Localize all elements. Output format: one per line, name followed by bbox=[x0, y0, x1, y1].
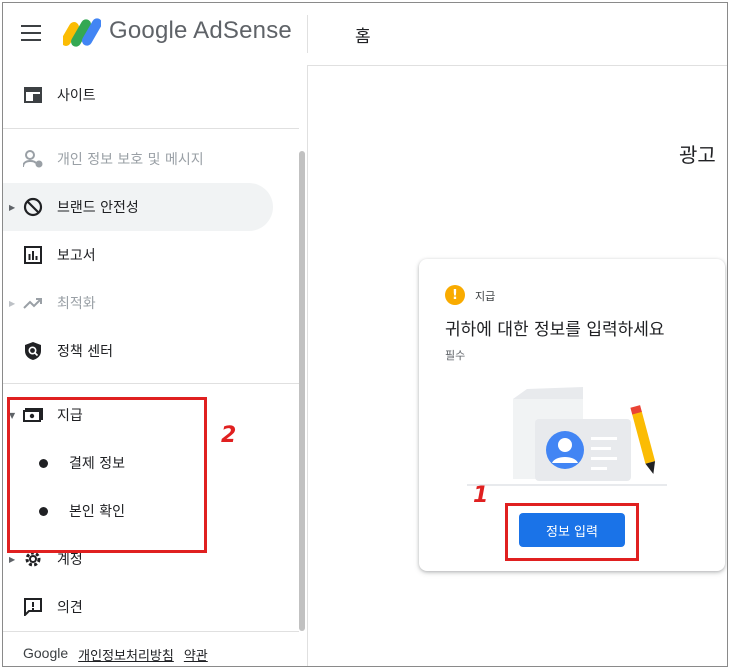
sidebar-item-feedback[interactable]: 의견 bbox=[3, 583, 273, 631]
sidebar-scrollbar[interactable] bbox=[299, 151, 305, 631]
block-icon bbox=[23, 197, 43, 217]
caret-right-icon: ▶ bbox=[9, 202, 16, 212]
caret-right-icon: ▶ bbox=[9, 554, 16, 564]
adsense-logo-icon bbox=[63, 18, 101, 47]
card-subtitle: 필수 bbox=[445, 349, 466, 362]
sidebar-item-sites[interactable]: 사이트 bbox=[3, 71, 273, 119]
sidebar-item-label: 브랜드 안전성 bbox=[57, 200, 139, 216]
site-icon bbox=[23, 85, 43, 105]
privacy-policy-link[interactable]: 개인정보처리방침 bbox=[78, 645, 174, 664]
sidebar-item-label: 보고서 bbox=[57, 248, 96, 264]
sidebar-divider bbox=[3, 383, 299, 384]
highlight-box-payments bbox=[7, 397, 207, 553]
sidebar-item-optimize[interactable]: ▶ 최적화 bbox=[3, 279, 273, 327]
sidebar-item-reports[interactable]: 보고서 bbox=[3, 231, 273, 279]
sidebar-item-privacy[interactable]: 개인 정보 보호 및 메시지 bbox=[3, 135, 273, 183]
sidebar-divider bbox=[3, 631, 299, 632]
header-divider bbox=[307, 15, 308, 53]
sidebar-item-brand-safety[interactable]: ▶ 브랜드 안전성 bbox=[3, 183, 273, 231]
main-heading: 광고 bbox=[679, 143, 716, 167]
sidebar-item-label: 사이트 bbox=[57, 88, 96, 104]
sidebar-item-label: 개인 정보 보호 및 메시지 bbox=[57, 152, 204, 168]
sidebar: 사이트 개인 정보 보호 및 메시지 ▶ 브랜드 안전성 보고서 ▶ 최적화 정… bbox=[3, 65, 308, 666]
sidebar-divider bbox=[3, 128, 299, 129]
sidebar-footer: Google 개인정보처리방침 약관 bbox=[23, 645, 208, 664]
card-title: 귀하에 대한 정보를 입력하세요 bbox=[445, 320, 665, 340]
profile-form-illustration bbox=[467, 387, 667, 486]
sidebar-item-label: 최적화 bbox=[57, 296, 96, 312]
annotation-number-2: 2 bbox=[221, 423, 237, 448]
policy-shield-icon bbox=[23, 341, 43, 361]
footer-google: Google bbox=[23, 645, 69, 661]
trending-icon bbox=[23, 293, 43, 313]
brand-name: Google AdSense bbox=[109, 17, 292, 44]
sidebar-item-label: 의견 bbox=[57, 600, 83, 616]
app-window: Google AdSense 홈 사이트 개인 정보 보호 및 메시지 ▶ 브랜… bbox=[2, 2, 728, 667]
sidebar-item-label: 정책 센터 bbox=[57, 344, 113, 360]
top-bar: Google AdSense 홈 bbox=[3, 3, 727, 66]
menu-icon[interactable] bbox=[21, 25, 41, 41]
annotation-number-1: 1 bbox=[473, 483, 489, 508]
highlight-box-enter-info bbox=[505, 503, 639, 561]
privacy-icon bbox=[23, 149, 43, 169]
feedback-icon bbox=[23, 597, 43, 617]
card-label: 지급 bbox=[475, 290, 496, 303]
page-title: 홈 bbox=[355, 27, 371, 47]
report-icon bbox=[23, 245, 43, 265]
warning-icon: ! bbox=[445, 285, 465, 305]
sidebar-item-policy-center[interactable]: 정책 센터 bbox=[3, 327, 273, 375]
caret-right-icon: ▶ bbox=[9, 298, 16, 308]
terms-link[interactable]: 약관 bbox=[184, 645, 208, 664]
